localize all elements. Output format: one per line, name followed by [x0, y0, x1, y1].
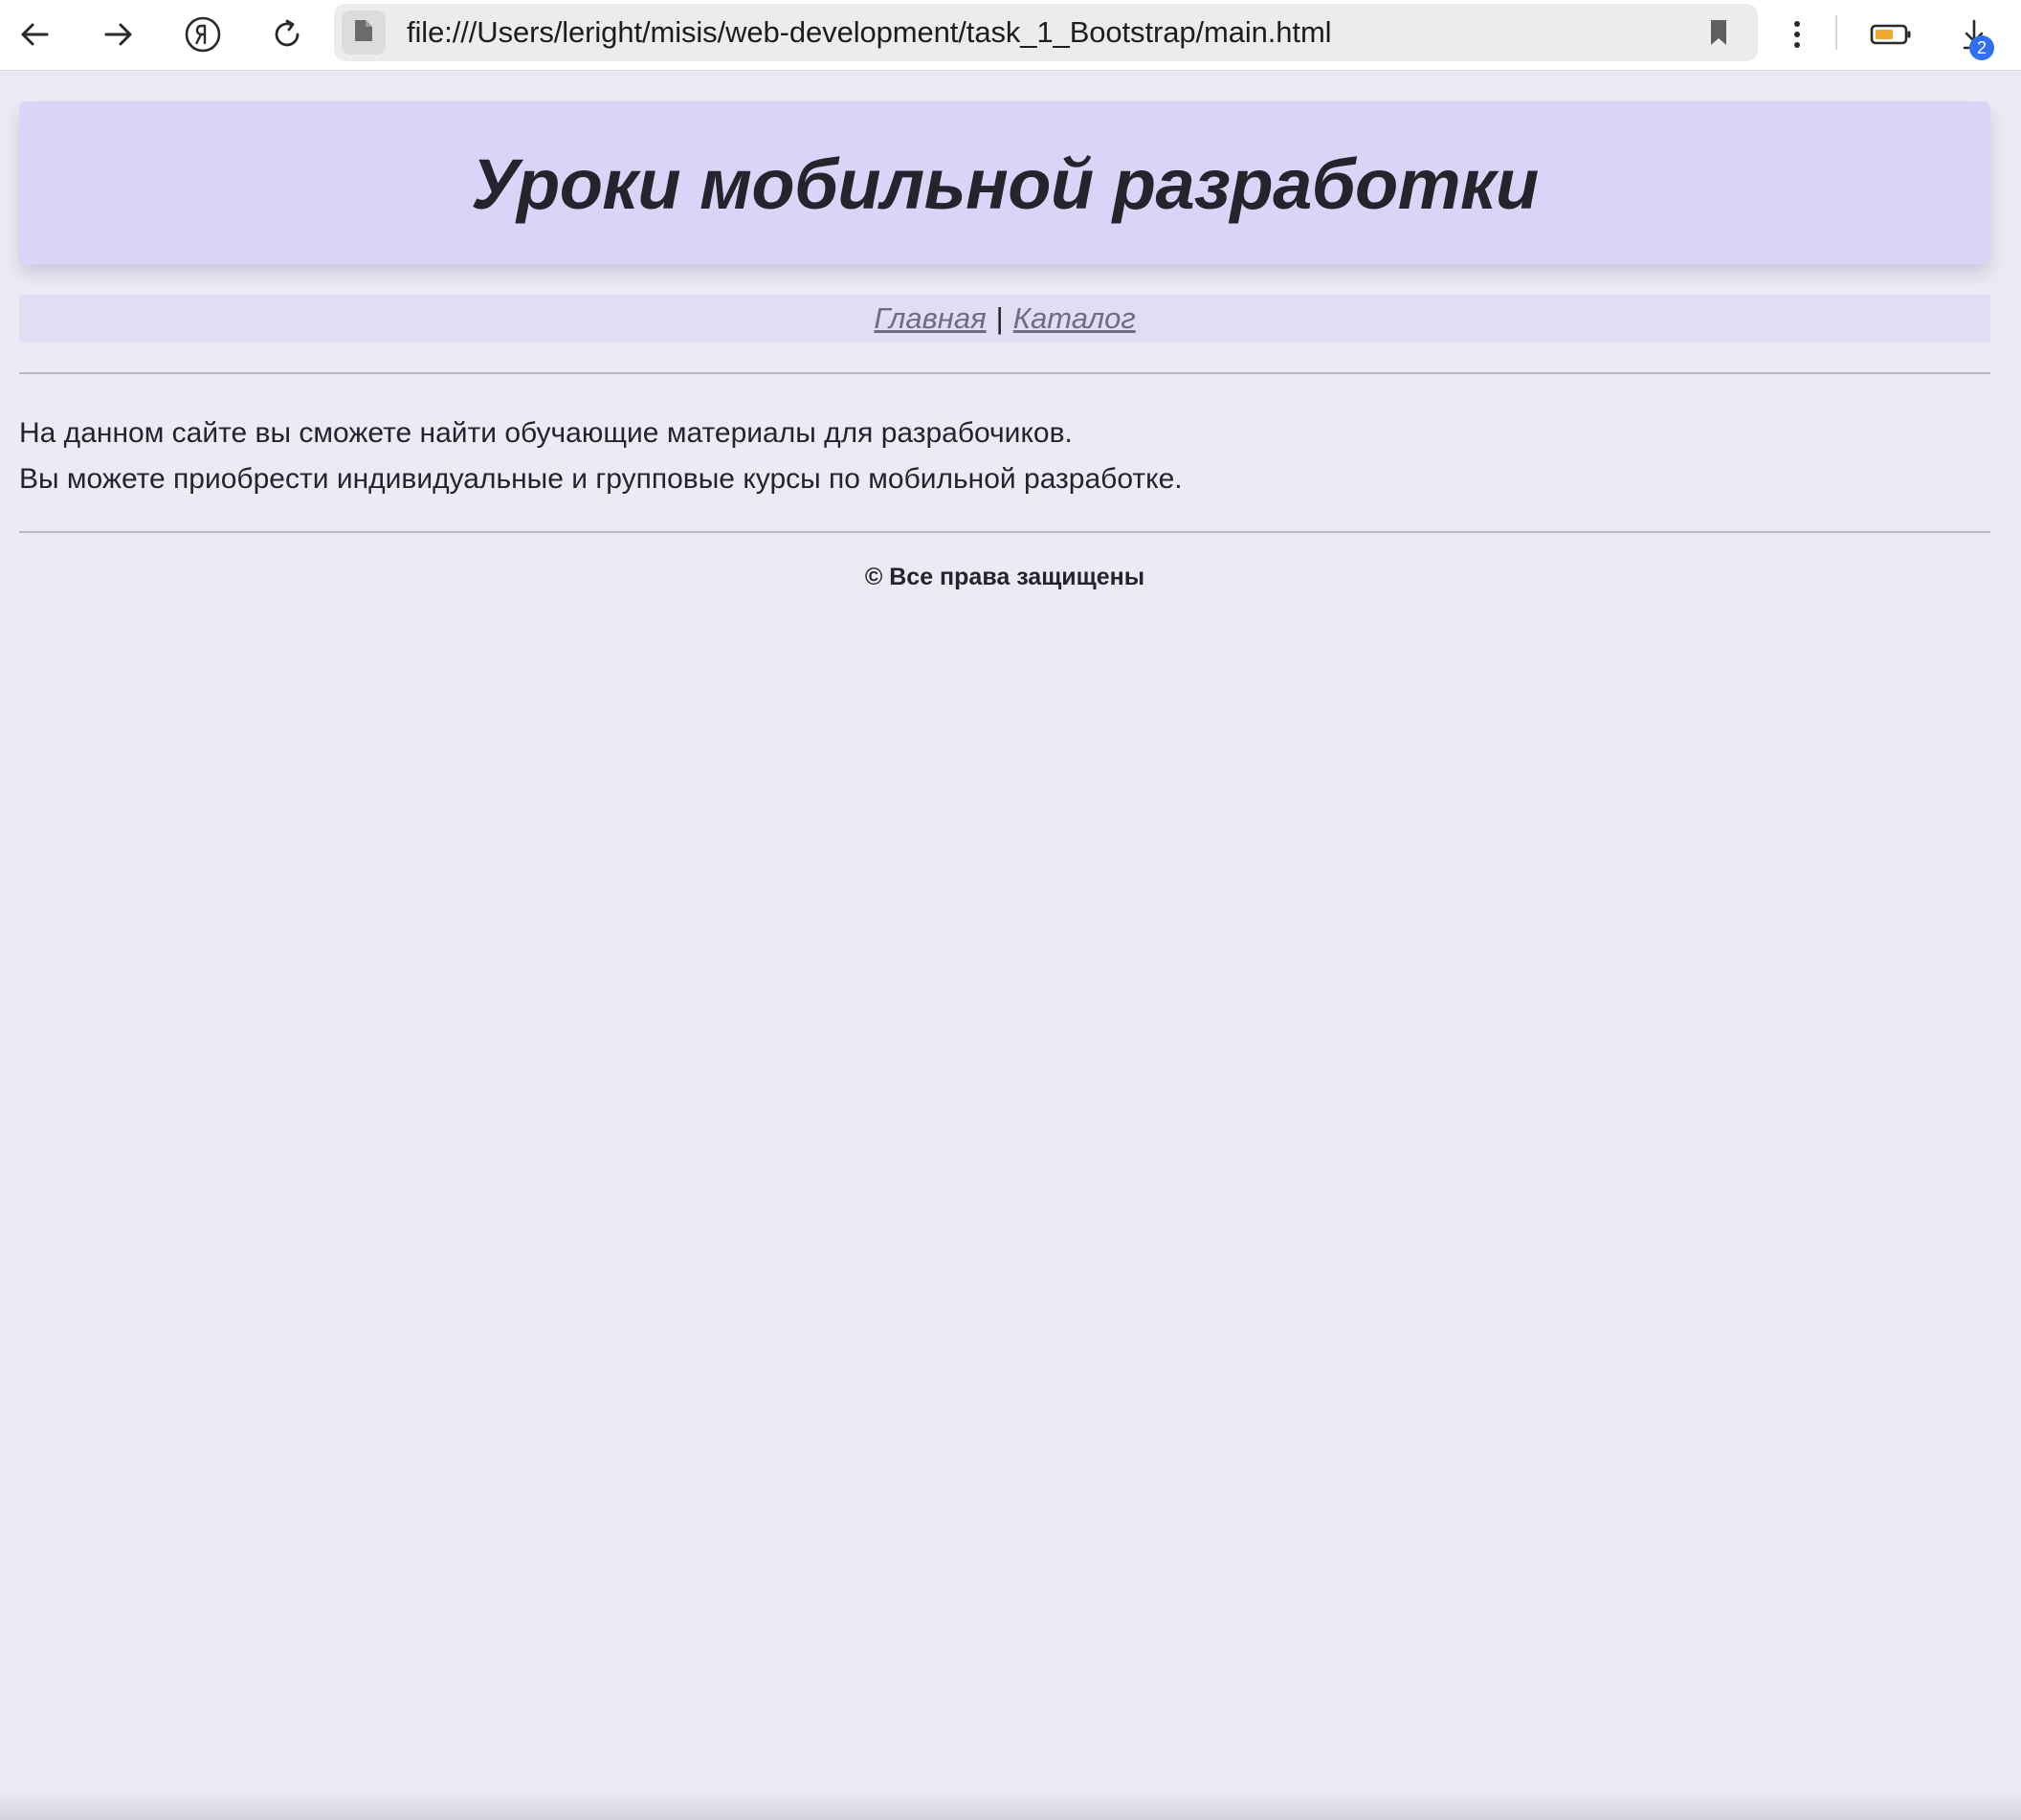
reload-icon	[270, 17, 304, 52]
nav-bar: Главная | Каталог	[19, 295, 1990, 342]
content-line-2: Вы можете приобрести индивидуальные и гр…	[19, 463, 1183, 495]
page-info-button[interactable]	[342, 11, 386, 55]
url-text[interactable]: file:///Users/leright/misis/web-developm…	[407, 4, 1332, 61]
back-button[interactable]	[7, 7, 62, 62]
nav-separator: |	[995, 300, 1004, 335]
main-content: На данном сайте вы сможете найти обучающ…	[19, 374, 1990, 531]
file-icon	[353, 18, 374, 48]
bookmark-button[interactable]	[1704, 17, 1733, 48]
nav-link-home[interactable]: Главная	[874, 301, 986, 336]
address-bar[interactable]: file:///Users/leright/misis/web-developm…	[334, 4, 1758, 61]
page-body: Уроки мобильной разработки Главная | Кат…	[19, 71, 1990, 591]
battery-icon	[1870, 23, 1912, 46]
downloads-count-badge: 2	[1969, 35, 1994, 60]
battery-button[interactable]	[1862, 7, 1920, 62]
arrow-left-icon	[18, 18, 51, 51]
page-header: Уроки мобильной разработки	[19, 101, 1990, 264]
page-title: Уроки мобильной разработки	[471, 144, 1539, 224]
browser-toolbar: file:///Users/leright/misis/web-developm…	[0, 0, 2021, 71]
menu-button[interactable]	[1769, 7, 1825, 62]
yandex-logo-icon	[184, 15, 222, 54]
arrow-right-icon	[102, 18, 135, 51]
window-bottom-edge	[0, 1791, 2021, 1820]
content-line-1: На данном сайте вы сможете найти обучающ…	[19, 417, 1073, 449]
yandex-button[interactable]	[175, 7, 231, 62]
nav-link-catalog[interactable]: Каталог	[1013, 301, 1136, 336]
forward-button[interactable]	[91, 7, 146, 62]
bottom-divider	[19, 531, 1990, 533]
bookmark-icon	[1704, 20, 1733, 52]
page-footer: © Все права защищены	[864, 564, 1145, 590]
reload-button[interactable]	[259, 7, 315, 62]
kebab-menu-icon	[1792, 19, 1802, 50]
toolbar-divider	[1835, 15, 1837, 50]
